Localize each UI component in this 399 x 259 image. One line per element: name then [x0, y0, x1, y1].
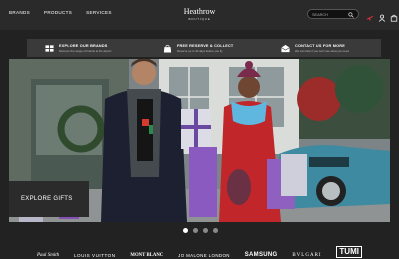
search-box[interactable]	[307, 9, 359, 19]
carousel-dot-2[interactable]	[193, 228, 198, 233]
main-nav: BRANDS PRODUCTS SERVICES	[9, 10, 112, 15]
brand-tumi[interactable]: TUMI	[336, 246, 362, 258]
brand-strip: Paul Smith LOUIS VUITTON MONT BLANC JO M…	[9, 243, 390, 259]
info-title: EXPLORE OUR BRANDS	[59, 43, 108, 48]
shopping-bag-icon	[163, 44, 172, 53]
brand-mont-blanc[interactable]: MONT BLANC	[130, 253, 163, 258]
site-logo[interactable]: Heathrow BOUTIQUE	[183, 7, 216, 22]
info-explore-brands[interactable]: EXPLORE OUR BRANDS Discover the range of…	[27, 44, 145, 53]
user-icon[interactable]	[378, 9, 386, 22]
search-icon[interactable]	[348, 12, 354, 18]
logo-name: Heathrow	[183, 7, 216, 16]
info-banner: EXPLORE OUR BRANDS Discover the range of…	[27, 39, 381, 57]
info-subtitle: We can help if you can't see what you ne…	[295, 48, 349, 53]
explore-gifts-button[interactable]: EXPLORE GIFTS	[9, 181, 89, 217]
hero-carousel[interactable]: EXPLORE GIFTS	[9, 59, 390, 222]
envelope-icon	[281, 44, 290, 52]
brand-samsung[interactable]: SAMSUNG	[245, 252, 278, 258]
info-contact[interactable]: CONTACT US FOR MORE We can help if you c…	[263, 44, 381, 53]
carousel-dots	[183, 228, 218, 233]
brand-louis-vuitton[interactable]: LOUIS VUITTON	[74, 253, 116, 258]
carousel-dot-3[interactable]	[203, 228, 208, 233]
bag-icon[interactable]	[390, 9, 398, 22]
site-header: BRANDS PRODUCTS SERVICES Heathrow BOUTIQ…	[0, 0, 399, 30]
nav-products[interactable]: PRODUCTS	[44, 10, 72, 15]
carousel-dot-4[interactable]	[213, 228, 218, 233]
info-subtitle: Reserve up to 30 days before you fly	[177, 48, 223, 53]
info-subtitle: Discover the range of brands at the airp…	[59, 48, 112, 53]
info-title: CONTACT US FOR MORE	[295, 43, 345, 48]
carousel-dot-1[interactable]	[183, 228, 188, 233]
logo-sub: BOUTIQUE	[188, 17, 211, 21]
grid-icon	[45, 44, 54, 52]
plane-icon[interactable]	[366, 9, 374, 21]
brand-bvlgari[interactable]: BVLGARI	[292, 253, 321, 258]
nav-services[interactable]: SERVICES	[86, 10, 112, 15]
info-title: FREE RESERVE & COLLECT	[177, 43, 234, 48]
nav-brands[interactable]: BRANDS	[9, 10, 30, 15]
search-input[interactable]	[312, 11, 350, 19]
header-icons	[366, 9, 398, 22]
brand-paul-smith[interactable]: Paul Smith	[37, 253, 59, 258]
info-reserve-collect[interactable]: FREE RESERVE & COLLECT Reserve up to 30 …	[145, 44, 263, 53]
brand-jo-malone[interactable]: JO MALONE LONDON	[178, 253, 230, 258]
cta-label: EXPLORE GIFTS	[21, 196, 73, 202]
